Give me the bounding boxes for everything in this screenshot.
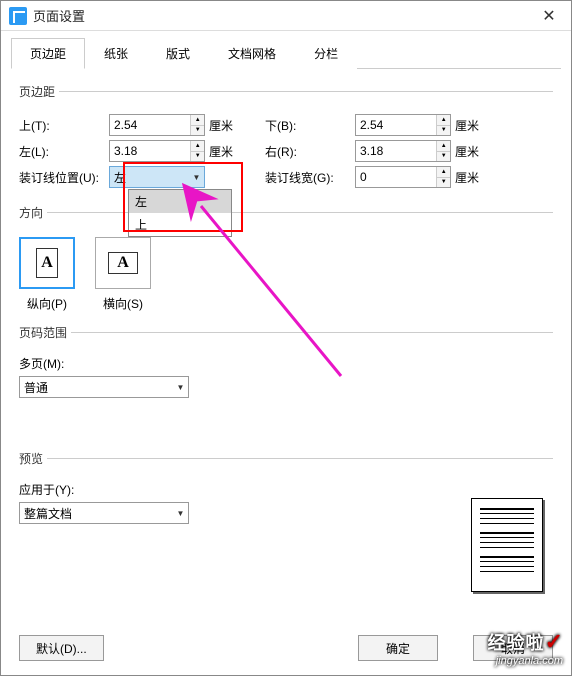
- left-spinner[interactable]: ▲▼: [109, 140, 205, 162]
- gutter-pos-dropdown: 左 上: [128, 189, 232, 237]
- gutter-width-spinner[interactable]: ▲▼: [355, 166, 451, 188]
- apply-to-combo[interactable]: 整篇文档 ▼: [19, 502, 189, 524]
- bottom-spinner[interactable]: ▲▼: [355, 114, 451, 136]
- orientation-portrait[interactable]: A 纵向(P): [19, 237, 75, 312]
- gutter-width-label: 装订线宽(G):: [265, 169, 355, 186]
- preview-legend: 预览: [19, 450, 47, 467]
- gutter-option-top[interactable]: 上: [129, 213, 231, 236]
- gutter-pos-value: 左: [110, 169, 188, 186]
- cancel-button[interactable]: 取消: [473, 635, 553, 661]
- right-spin-up[interactable]: ▲: [437, 141, 450, 152]
- chevron-down-icon: ▼: [172, 509, 188, 518]
- top-spin-down[interactable]: ▼: [191, 126, 204, 136]
- tab-columns[interactable]: 分栏: [295, 38, 357, 69]
- close-button[interactable]: ✕: [527, 1, 571, 31]
- chevron-down-icon: ▼: [172, 383, 188, 392]
- right-unit: 厘米: [455, 143, 485, 160]
- orientation-landscape[interactable]: A 横向(S): [95, 237, 151, 312]
- bottom-label: 下(B):: [265, 117, 315, 134]
- orientation-group: 方向 A 纵向(P) A 横向(S): [19, 204, 553, 316]
- left-spin-down[interactable]: ▼: [191, 152, 204, 162]
- left-spin-up[interactable]: ▲: [191, 141, 204, 152]
- right-input[interactable]: [356, 141, 436, 161]
- right-label: 右(R):: [265, 143, 315, 160]
- multipage-label: 多页(M):: [19, 355, 109, 372]
- right-spinner[interactable]: ▲▼: [355, 140, 451, 162]
- gutter-width-spin-up[interactable]: ▲: [437, 167, 450, 178]
- preview-page-icon: [471, 498, 543, 592]
- margins-group: 页边距 上(T): ▲▼ 厘米 下(B): ▲▼ 厘米 左(L): ▲▼: [19, 83, 553, 196]
- left-label: 左(L):: [19, 143, 69, 160]
- top-spinner[interactable]: ▲▼: [109, 114, 205, 136]
- multipage-value: 普通: [20, 379, 172, 396]
- top-input[interactable]: [110, 115, 190, 135]
- gutter-option-left[interactable]: 左: [129, 190, 231, 213]
- tab-grid[interactable]: 文档网格: [209, 38, 295, 69]
- top-label: 上(T):: [19, 117, 69, 134]
- landscape-icon: A: [108, 252, 138, 274]
- chevron-down-icon: ▼: [188, 173, 204, 182]
- landscape-label: 横向(S): [95, 295, 151, 312]
- page-range-group: 页码范围 多页(M): 普通 ▼: [19, 324, 553, 406]
- apply-to-value: 整篇文档: [20, 505, 172, 522]
- top-spin-up[interactable]: ▲: [191, 115, 204, 126]
- apply-to-label: 应用于(Y):: [19, 481, 109, 498]
- portrait-icon: A: [36, 248, 58, 278]
- gutter-width-spin-down[interactable]: ▼: [437, 178, 450, 188]
- page-range-legend: 页码范围: [19, 324, 71, 341]
- preview-group: 预览 应用于(Y): 整篇文档 ▼: [19, 450, 553, 596]
- bottom-input[interactable]: [356, 115, 436, 135]
- gutter-pos-label: 装订线位置(U):: [19, 169, 109, 186]
- margins-legend: 页边距: [19, 83, 59, 100]
- bottom-unit: 厘米: [455, 117, 485, 134]
- window-title: 页面设置: [33, 6, 527, 25]
- gutter-width-unit: 厘米: [455, 169, 485, 186]
- portrait-label: 纵向(P): [19, 295, 75, 312]
- bottom-spin-down[interactable]: ▼: [437, 126, 450, 136]
- gutter-pos-combo[interactable]: 左 ▼: [109, 166, 205, 188]
- default-button[interactable]: 默认(D)...: [19, 635, 104, 661]
- tab-paper[interactable]: 纸张: [85, 38, 147, 69]
- app-icon: [9, 7, 27, 25]
- multipage-combo[interactable]: 普通 ▼: [19, 376, 189, 398]
- left-unit: 厘米: [209, 143, 239, 160]
- tab-bar: 页边距 纸张 版式 文档网格 分栏: [11, 37, 561, 69]
- bottom-spin-up[interactable]: ▲: [437, 115, 450, 126]
- gutter-width-input[interactable]: [356, 167, 436, 187]
- tab-layout[interactable]: 版式: [147, 38, 209, 69]
- ok-button[interactable]: 确定: [358, 635, 438, 661]
- tab-margin[interactable]: 页边距: [11, 38, 85, 69]
- orientation-legend: 方向: [19, 204, 47, 221]
- right-spin-down[interactable]: ▼: [437, 152, 450, 162]
- top-unit: 厘米: [209, 117, 239, 134]
- left-input[interactable]: [110, 141, 190, 161]
